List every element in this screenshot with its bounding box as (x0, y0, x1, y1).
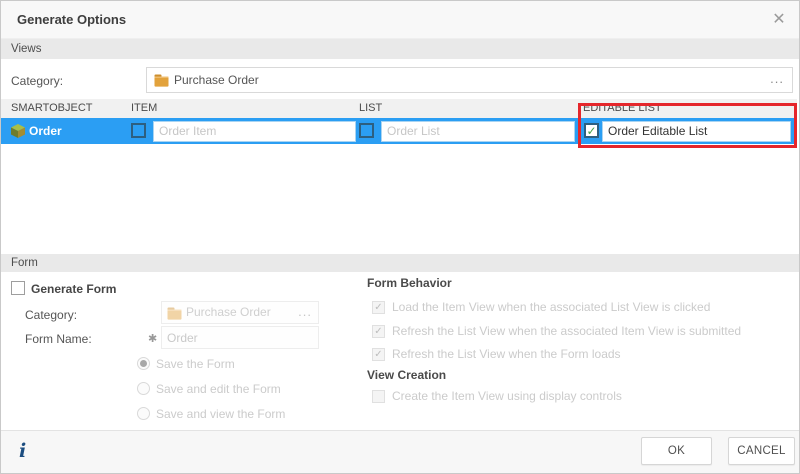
create-item-view-display-controls-checkbox (372, 390, 385, 403)
form-behavior-heading: Form Behavior (367, 276, 452, 290)
folder-icon (154, 74, 169, 87)
views-category-field[interactable]: Purchase Order ... (146, 67, 793, 93)
generate-form-checkbox[interactable] (11, 281, 25, 295)
folder-icon (167, 307, 182, 320)
radio-save-and-edit-label: Save and edit the Form (156, 382, 281, 396)
load-item-view-label: Load the Item View when the associated L… (392, 301, 710, 314)
info-icon[interactable]: i (19, 440, 26, 462)
ok-button[interactable]: OK (641, 437, 712, 465)
form-section-label: Form (11, 257, 38, 269)
smartobject-cube-icon (10, 123, 26, 139)
views-table-header: SMARTOBJECT ITEM LIST EDITABLE LIST (1, 99, 797, 118)
views-category-label: Category: (11, 74, 63, 88)
col-header-item: ITEM (131, 99, 157, 118)
required-asterisk-icon: ✱ (148, 332, 157, 345)
form-category-value: Purchase Order (186, 302, 271, 323)
editable-list-view-checkbox[interactable] (584, 123, 599, 138)
form-category-browse-button: ... (298, 302, 312, 321)
radio-save-the-form-label: Save the Form (156, 357, 235, 371)
form-name-input (161, 326, 319, 349)
smartobject-name: Order (29, 118, 62, 144)
dialog-title: Generate Options (17, 1, 126, 39)
form-section-header: Form (1, 254, 799, 272)
refresh-list-view-submitted-checkbox (372, 325, 385, 338)
refresh-list-view-loads-checkbox (372, 348, 385, 361)
close-icon[interactable]: ✕ (769, 10, 789, 30)
col-header-smartobject: SMARTOBJECT (11, 99, 93, 118)
item-view-checkbox[interactable] (131, 123, 146, 138)
col-header-editable-list: EDITABLE LIST (583, 99, 662, 118)
item-view-name-input[interactable] (153, 121, 356, 142)
radio-save-and-edit[interactable] (137, 382, 150, 395)
title-bar: Generate Options ✕ (1, 1, 799, 39)
generate-options-dialog: Generate Options ✕ Views Category: Purch… (0, 0, 800, 474)
create-item-view-display-controls-label: Create the Item View using display contr… (392, 390, 622, 403)
table-row[interactable]: Order (1, 118, 797, 144)
form-category-field: Purchase Order ... (161, 301, 319, 324)
footer-bar: i OK CANCEL (1, 430, 799, 474)
view-creation-heading: View Creation (367, 368, 446, 382)
refresh-list-view-loads-label: Refresh the List View when the Form load… (392, 348, 621, 361)
form-name-label: Form Name: (25, 332, 92, 346)
radio-save-and-view[interactable] (137, 407, 150, 420)
generate-form-label: Generate Form (31, 282, 116, 296)
views-section-label: Views (11, 43, 41, 55)
list-view-name-input[interactable] (381, 121, 575, 142)
views-category-browse-button[interactable]: ... (770, 68, 784, 90)
editable-list-view-name-input[interactable] (602, 121, 791, 142)
form-category-label: Category: (25, 308, 77, 322)
views-section-header: Views (1, 39, 799, 59)
col-header-list: LIST (359, 99, 382, 118)
radio-save-the-form[interactable] (137, 357, 150, 370)
views-category-value: Purchase Order (174, 68, 259, 92)
list-view-checkbox[interactable] (359, 123, 374, 138)
radio-save-and-view-label: Save and view the Form (156, 407, 285, 421)
cancel-button[interactable]: CANCEL (728, 437, 795, 465)
load-item-view-checkbox (372, 301, 385, 314)
refresh-list-view-submitted-label: Refresh the List View when the associate… (392, 325, 741, 338)
